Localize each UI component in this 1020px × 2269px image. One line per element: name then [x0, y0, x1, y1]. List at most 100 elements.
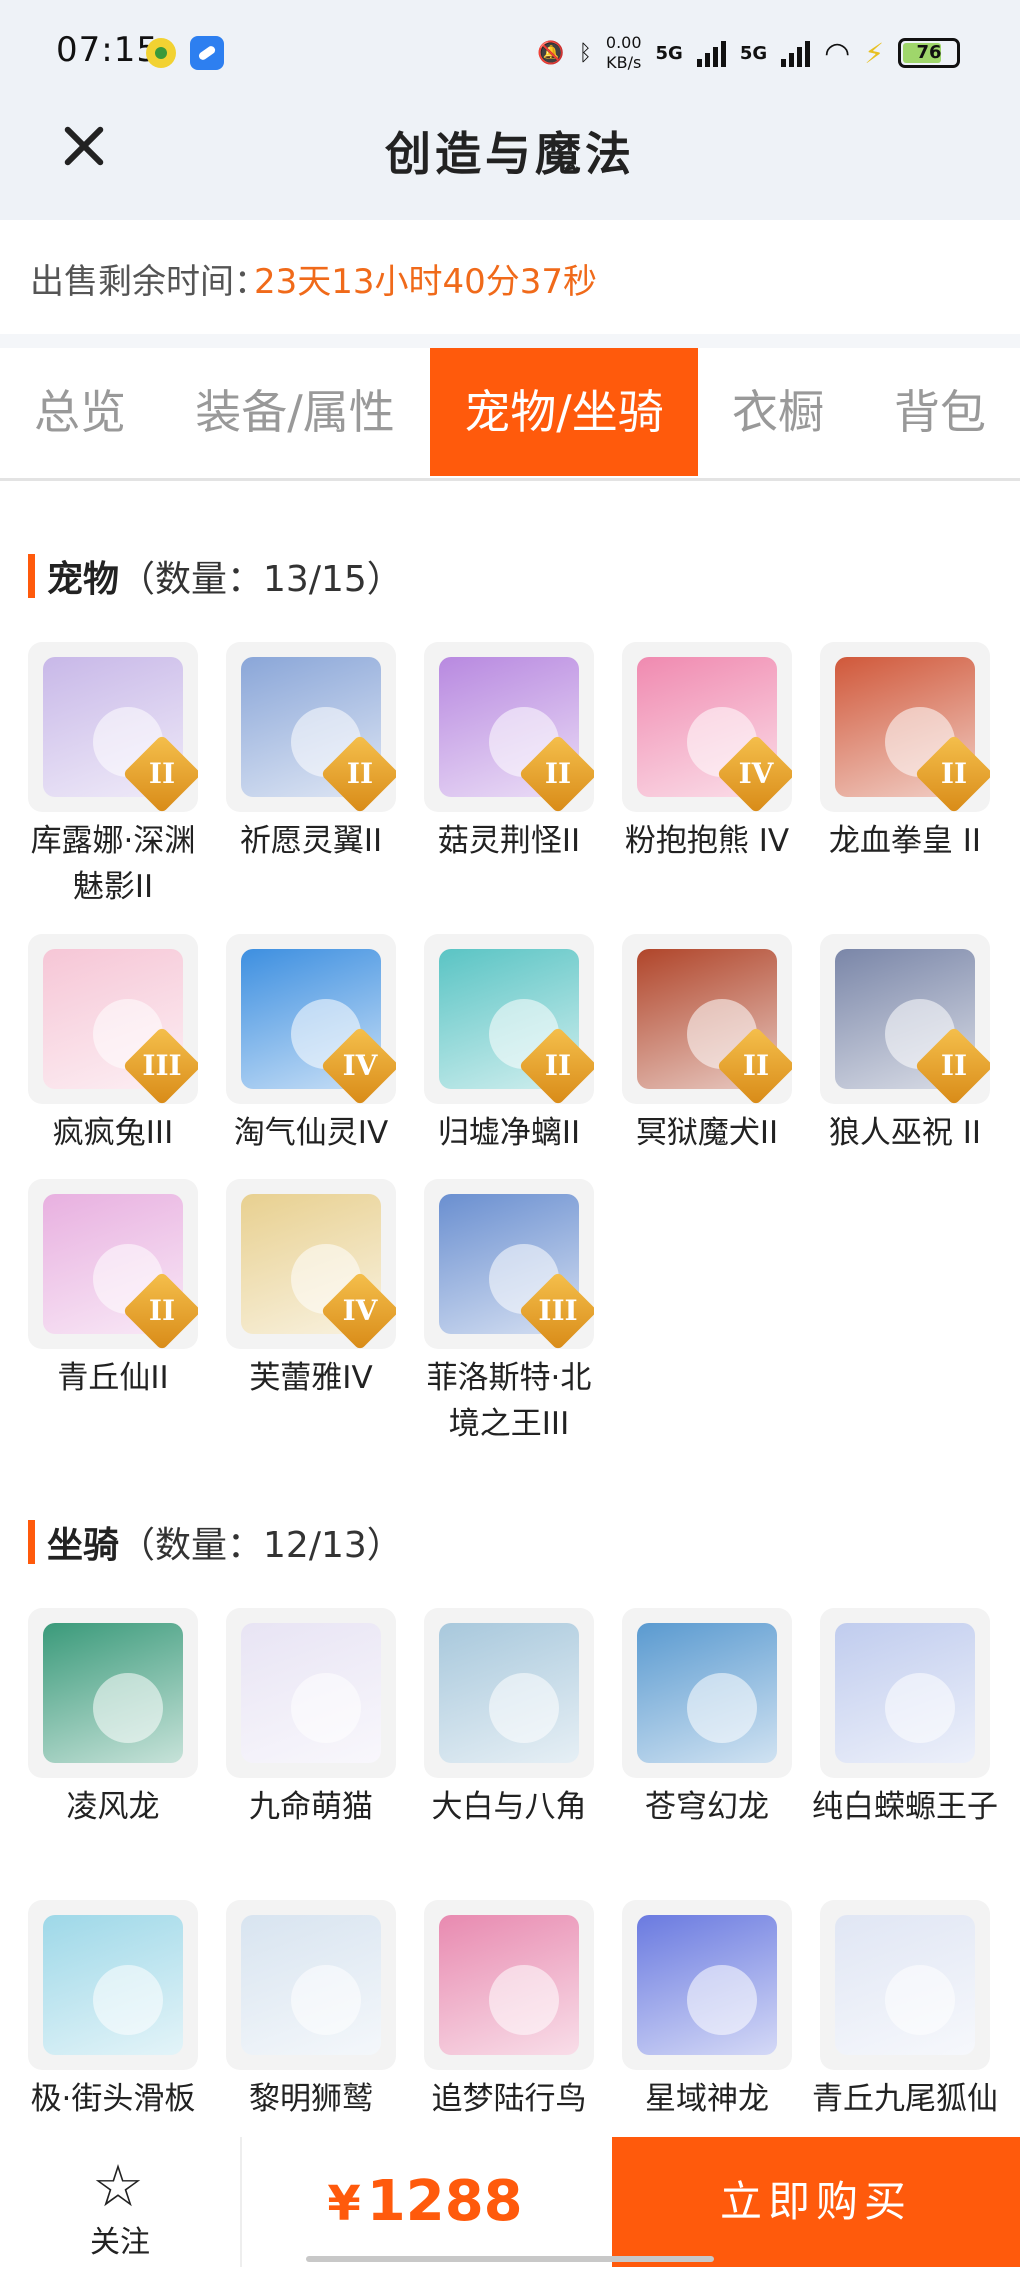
sale-timer: 出售剩余时间： 23天13小时40分37秒 [0, 222, 1020, 334]
mount-item-name: 极·街头滑板 [30, 2081, 196, 2117]
buy-now-button[interactable]: 立即购买 [612, 2137, 1020, 2267]
price: ¥1288 [240, 2137, 610, 2267]
pet-item-name: 芙蕾雅IV [249, 1360, 373, 1396]
pet-item[interactable]: II 狼人巫祝 II [820, 934, 990, 1156]
mount-item[interactable]: 九命萌猫 [226, 1608, 396, 1830]
star-outline-icon: ☆ [92, 2152, 144, 2220]
pet-item-image: II [28, 1179, 198, 1349]
status-indicators: 🔕 ᛒ 0.00 KB/s 5G 5G ◠ ⚡ 76 [537, 28, 960, 78]
tab-pets-mounts[interactable]: 宠物/坐骑 [430, 348, 698, 476]
top-header: 07:15 🔕 ᛒ 0.00 KB/s 5G 5G ◠ ⚡ 76 创造与魔法 [0, 0, 1020, 220]
tab-backpack[interactable]: 背包 [860, 348, 1020, 476]
mount-item-figure [885, 1965, 955, 2035]
mount-item-name: 星域神龙 [645, 2081, 769, 2117]
wifi-icon: ◠ [824, 35, 851, 71]
rank-badge-label: II [544, 757, 572, 790]
rank-badge-label: III [538, 1294, 578, 1327]
mount-item-figure [291, 1673, 361, 1743]
pet-item[interactable]: IV 芙蕾雅IV [226, 1179, 396, 1401]
mount-item-art [835, 1915, 975, 2055]
pet-item-image: IV [622, 642, 792, 812]
mount-item[interactable]: 黎明狮鹫 [226, 1900, 396, 2122]
mounts-section-title: 坐骑 （数量：12/13） [28, 1518, 403, 1566]
mount-item[interactable]: 苍穹幻龙 [622, 1608, 792, 1830]
app-notification-icon [190, 36, 224, 70]
pet-item-image: III [424, 1179, 594, 1349]
section-count: （数量：12/13） [119, 1525, 403, 1566]
pet-item-image: II [820, 642, 990, 812]
mount-item-art [43, 1623, 183, 1763]
mount-item-art [637, 1915, 777, 2055]
pet-item[interactable]: II 青丘仙II [28, 1179, 198, 1401]
mount-item-art [637, 1623, 777, 1763]
pet-item[interactable]: III 菲洛斯特·北境之王III [424, 1179, 594, 1447]
follow-label: 关注 [90, 2225, 150, 2260]
pet-item[interactable]: II 库露娜·深渊魅影II [28, 642, 198, 910]
mount-item[interactable]: 凌风龙 [28, 1608, 198, 1830]
mount-item-figure [489, 1673, 559, 1743]
pet-item-image: II [820, 934, 990, 1104]
rank-badge-label: II [742, 1049, 770, 1082]
mount-item-image [28, 1900, 198, 2070]
rank-badge-label: II [148, 1294, 176, 1327]
rank-badge-label: III [142, 1049, 182, 1082]
mount-item-name: 青丘九尾狐仙 [812, 2081, 998, 2117]
tab-bar: 总览 装备/属性 宠物/坐骑 衣橱 背包 [0, 348, 1020, 481]
pet-item-image: II [424, 642, 594, 812]
section-marker [28, 1520, 35, 1564]
mount-item-figure [687, 1965, 757, 2035]
rank-badge-label: IV [342, 1294, 378, 1327]
pet-item-name: 祈愿灵翼II [239, 823, 383, 859]
mount-item[interactable]: 纯白蝾螈王子 [812, 1608, 998, 1830]
tab-overview[interactable]: 总览 [0, 348, 160, 476]
signal-icon [781, 39, 811, 67]
mount-item-figure [885, 1673, 955, 1743]
signal-label: 5G [739, 42, 768, 64]
mount-item[interactable]: 星域神龙 [622, 1900, 792, 2122]
pet-item[interactable]: III 疯疯兔III [28, 934, 198, 1156]
divider [0, 334, 1020, 348]
mount-item-art [439, 1915, 579, 2055]
net-speed: 0.00 KB/s [606, 33, 642, 73]
net-speed-value: 0.00 [605, 33, 642, 52]
rank-badge-label: IV [342, 1049, 378, 1082]
pet-item-name: 菲洛斯特·北境之王III [426, 1360, 592, 1442]
tab-equipment[interactable]: 装备/属性 [170, 348, 420, 476]
pet-item[interactable]: IV 粉抱抱熊 IV [622, 642, 792, 864]
mount-item-art [241, 1915, 381, 2055]
mount-item-figure [687, 1673, 757, 1743]
mount-item-figure [291, 1965, 361, 2035]
pet-item-image: II [424, 934, 594, 1104]
pet-item[interactable]: II 冥狱魔犬II [622, 934, 792, 1156]
pet-item[interactable]: II 龙血拳皇 II [820, 642, 990, 864]
mount-item-image [424, 1608, 594, 1778]
mount-item[interactable]: 大白与八角 [424, 1608, 594, 1830]
mount-item[interactable]: 追梦陆行鸟 [424, 1900, 594, 2122]
tab-wardrobe[interactable]: 衣橱 [708, 348, 848, 476]
pet-item[interactable]: II 归墟净螭II [424, 934, 594, 1156]
mount-item-image [622, 1900, 792, 2070]
mount-item-image [820, 1900, 990, 2070]
follow-button[interactable]: ☆ 关注 [0, 2137, 242, 2267]
mount-item[interactable]: 极·街头滑板 [28, 1900, 198, 2122]
rank-badge-label: II [940, 1049, 968, 1082]
mount-item[interactable]: 青丘九尾狐仙 [812, 1900, 998, 2122]
mount-item-image [424, 1900, 594, 2070]
pet-item[interactable]: II 菇灵荆怪II [424, 642, 594, 864]
net-speed-unit: KB/s [606, 53, 642, 72]
section-count: （数量：13/15） [119, 559, 403, 600]
mount-item-image [226, 1900, 396, 2070]
price-value: 1288 [366, 2169, 523, 2234]
pet-item[interactable]: II 祈愿灵翼II [226, 642, 396, 864]
mute-icon: 🔕 [537, 40, 565, 66]
rank-badge-label: II [940, 757, 968, 790]
status-time: 07:15 [56, 30, 159, 70]
charging-icon: ⚡ [864, 36, 884, 70]
pet-item[interactable]: IV 淘气仙灵IV [226, 934, 396, 1156]
section-name: 坐骑 [47, 1525, 120, 1566]
signal-icon [696, 39, 726, 67]
bottom-action-bar: ☆ 关注 ¥1288 立即购买 [0, 2137, 1020, 2267]
home-indicator[interactable] [306, 2256, 714, 2262]
pet-item-name: 菇灵荆怪II [437, 823, 581, 859]
app-notification-icon [146, 38, 176, 68]
